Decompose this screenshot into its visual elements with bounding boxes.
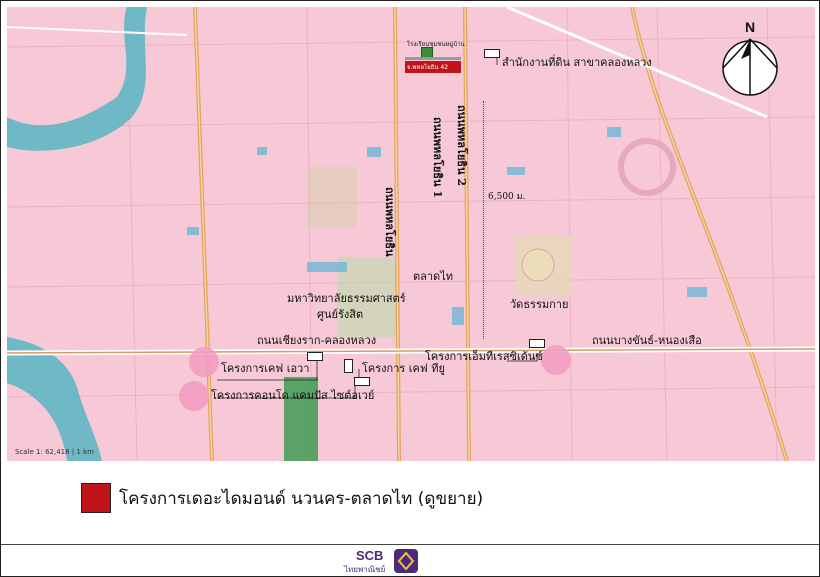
scb-logo: SCB ไทยพาณิชย์ [336,548,426,576]
project-box-kave-tu [344,359,353,373]
north-arrow: N [721,19,779,101]
legend: โครงการเดอะไดมอนด์ นวนคร-ตลาดไท (ดูขยาย) [81,483,483,513]
distance-label: 6,500 ม. [488,192,526,202]
project-box-kave-aura [307,352,323,361]
school-label: โรงเรียนชุมชนหมู่บ้าน [407,41,465,48]
scb-emblem-icon [394,549,418,573]
brand-name: SCB [356,548,384,563]
location-map[interactable]: 6,500 ม. ถนนพหลโยธิน ถนนพหลโยธิน 1 ถนนพห… [7,7,815,461]
project-dot-emthisri[interactable] [541,345,571,375]
north-label: N [745,19,756,35]
road-label-chiangrak: ถนนเชียงราก-คลองหลวง [257,334,377,347]
target-road-label: จ.พหลโยธิน 42 [407,64,449,71]
page-frame: 6,500 ม. ถนนพหลโยธิน ถนนพหลโยธิน 1 ถนนพห… [0,0,820,577]
wat-label: วัดธรรมกาย [510,298,569,311]
project-label-kave-aura: โครงการเคฟ เอวา [221,362,310,375]
compass-icon [722,38,778,96]
land-office-label: สำนักงานที่ดิน สาขาคลองหลวง [502,56,652,69]
market-label: ตลาดไท [413,270,453,283]
map-scale: Scale 1: 62,418 | 1 km [15,448,94,456]
university-label-line2: ศูนย์รังสิต [317,308,364,321]
project-box-emthisri [529,339,545,348]
emblem-shape [397,551,415,571]
project-dot-kave-aura[interactable] [189,347,219,377]
legend-swatch [81,483,111,513]
project-dot-campus-condo[interactable] [179,381,209,411]
target-road-strip [405,57,461,60]
university-label-line1: มหาวิทยาลัยธรรมศาสตร์ [287,292,406,305]
land-office-marker [484,49,500,58]
project-label-kave-tu: โครงการ เคฟ ทียู [362,362,445,375]
legend-label[interactable]: โครงการเดอะไดมอนด์ นวนคร-ตลาดไท (ดูขยาย) [119,485,483,512]
project-label-emthisri: โครงการเอ็มทีเรสซิเด้นซ์ [425,350,543,363]
project-label-campus-condo: โครงการคอนโด แคมปัส ไซต์อเวย์ [211,389,375,402]
distance-line [483,101,484,339]
project-box-campus-condo [354,377,370,386]
footer-divider [1,544,819,545]
road-label-phahonyothin-1: ถนนพหลโยธิน 1 [431,117,444,199]
brand-subtitle: ไทยพาณิชย์ [344,565,386,574]
road-label-phahonyothin-2: ถนนพหลโยธิน 2 [455,105,468,187]
road-label-phahonyothin: ถนนพหลโยธิน [383,187,396,257]
road-label-bangkhan: ถนนบางขันธ์-หนองเสือ [592,334,702,347]
map-base [7,7,815,461]
